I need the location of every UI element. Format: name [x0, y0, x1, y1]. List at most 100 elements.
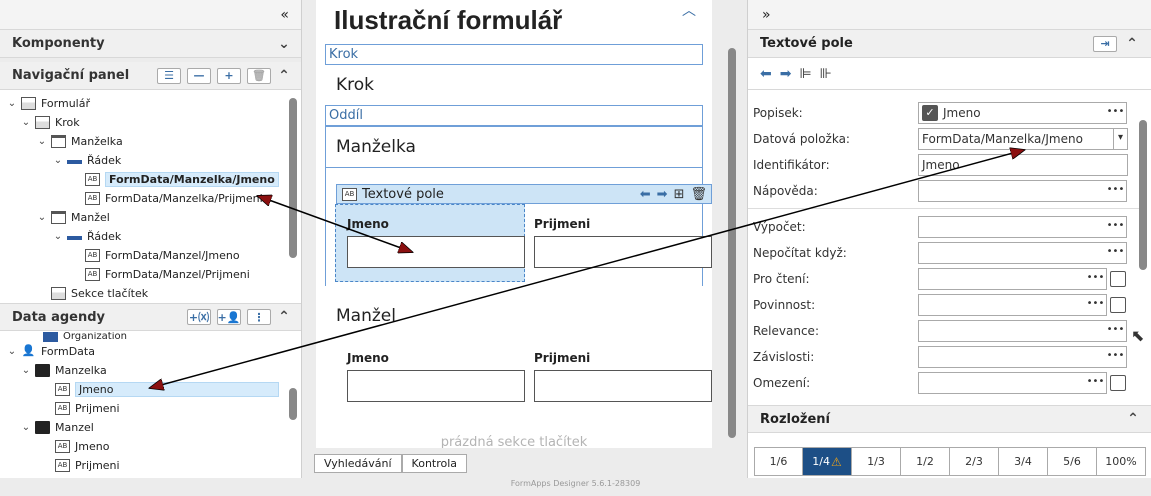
layout-option[interactable]: 100%: [1097, 447, 1146, 476]
tree-node[interactable]: ⌄ Manzelka: [6, 361, 301, 380]
tree-node[interactable]: ⌄ Řádek: [6, 227, 301, 246]
trash-icon[interactable]: 🗑: [247, 67, 271, 84]
tab-search[interactable]: Vyhledávání: [314, 454, 402, 473]
datova-select[interactable]: FormData/Manzelka/Jmeno: [918, 128, 1114, 150]
tree-node[interactable]: ⌄ Manželka: [6, 132, 301, 151]
arrow-left-icon[interactable]: ⬅: [640, 187, 651, 202]
more-icon[interactable]: •••: [1105, 216, 1127, 238]
tree-node-selected[interactable]: AB Jmeno: [6, 380, 301, 399]
tree-node-selected[interactable]: AB FormData/Manzelka/Jmeno: [6, 170, 301, 189]
field-input[interactable]: [534, 370, 712, 402]
checkbox-checked[interactable]: ✓: [922, 105, 938, 121]
prop-relevance: Relevance: •••: [753, 320, 1127, 342]
tree-node[interactable]: Sekce tlačítek: [6, 284, 301, 300]
expand-icon[interactable]: ⊞: [674, 187, 685, 202]
layout-option[interactable]: 1/2: [901, 447, 950, 476]
checkbox[interactable]: [1110, 297, 1126, 313]
tab-check[interactable]: Kontrola: [401, 454, 468, 473]
tree-node[interactable]: AB FormData/Manzel/Jmeno: [6, 246, 301, 265]
relevance-input[interactable]: [918, 320, 1106, 342]
nepocitat-input[interactable]: [918, 242, 1106, 264]
more-icon[interactable]: •••: [1085, 268, 1107, 290]
tree-node[interactable]: ⌄ Krok: [6, 113, 301, 132]
form-icon: [21, 97, 36, 110]
more-icon[interactable]: •••: [1105, 242, 1127, 264]
chevron-up-icon[interactable]: ⌃: [277, 309, 291, 325]
prop-popisek: Popisek: Jmeno ✓ •••: [753, 102, 1127, 124]
chevron-up-icon[interactable]: ⌃: [1126, 411, 1140, 427]
field-label: Prijmeni: [534, 217, 591, 231]
procteni-input[interactable]: [918, 268, 1086, 290]
layout-option[interactable]: 3/4: [999, 447, 1048, 476]
tree-node[interactable]: ⌄ Manžel: [6, 208, 301, 227]
minus-icon[interactable]: —: [187, 67, 211, 84]
add-user-icon[interactable]: +👤: [217, 309, 241, 325]
layout-option[interactable]: 5/6: [1048, 447, 1097, 476]
more-icon[interactable]: •••: [1105, 320, 1127, 342]
more-icon[interactable]: ⋮: [247, 309, 271, 325]
prop-vypocet: Výpočet: •••: [753, 216, 1127, 238]
tree-node[interactable]: AB FormData/Manzelka/Prijmeni: [6, 189, 301, 208]
popisek-input[interactable]: Jmeno: [918, 102, 1106, 124]
add-icon[interactable]: +: [217, 67, 241, 84]
arrow-right-icon[interactable]: ➡: [657, 187, 668, 202]
tree-node[interactable]: AB Prijmeni: [6, 456, 301, 475]
double-chevron-right-icon[interactable]: »: [762, 7, 771, 23]
more-icon[interactable]: •••: [1105, 346, 1127, 368]
more-icon[interactable]: •••: [1085, 372, 1107, 394]
more-icon[interactable]: •••: [1105, 102, 1127, 124]
align-left-icon[interactable]: ⊫: [799, 66, 811, 82]
nav-scrollbar[interactable]: [289, 98, 297, 258]
caret-down-icon[interactable]: ▾: [1114, 128, 1128, 150]
components-header[interactable]: Komponenty ⌄: [0, 30, 301, 58]
agenda-tree: Organization ⌄ 👤 FormData ⌄ Manzelka AB Jmen…: [0, 332, 301, 478]
tree-node[interactable]: ⌄ Řádek: [6, 151, 301, 170]
arrow-right-icon[interactable]: ➡: [780, 66, 792, 82]
dock-icon[interactable]: ⇥: [1093, 35, 1117, 52]
field-input[interactable]: [347, 370, 525, 402]
nav-tree: ⌄ Formulář ⌄ Krok ⌄ Manželka ⌄ Řádek AB FormD…: [0, 90, 301, 300]
trash-icon[interactable]: 🗑: [690, 187, 707, 202]
more-icon[interactable]: •••: [1085, 294, 1107, 316]
step-box[interactable]: Krok: [325, 44, 703, 65]
agenda-scrollbar[interactable]: [289, 388, 297, 420]
layout-option[interactable]: 2/3: [950, 447, 999, 476]
chevron-up-icon[interactable]: ︿: [682, 0, 696, 20]
ident-input[interactable]: Jmeno: [918, 154, 1128, 176]
properties-scrollbar[interactable]: [1139, 120, 1147, 270]
collapse-all-icon[interactable]: ☰: [157, 67, 181, 84]
chevron-up-icon[interactable]: ⌃: [1125, 36, 1139, 52]
double-chevron-left-icon[interactable]: «: [280, 7, 289, 23]
tree-node[interactable]: ⌄ 👤 FormData: [6, 342, 301, 361]
chevron-up-icon[interactable]: ⌃: [277, 68, 291, 84]
povinnost-input[interactable]: [918, 294, 1086, 316]
tree-node[interactable]: ⌄ Manzel: [6, 418, 301, 437]
layout-option[interactable]: 1/3: [852, 447, 901, 476]
align-bottom-icon[interactable]: ⊪: [820, 66, 832, 82]
vypocet-input[interactable]: [918, 216, 1106, 238]
add-variable-icon[interactable]: +⒳: [187, 309, 211, 325]
bottom-tabs: Vyhledávání Kontrola: [314, 454, 468, 473]
tree-node[interactable]: AB Prijmeni: [6, 399, 301, 418]
zavislosti-input[interactable]: [918, 346, 1106, 368]
layout-option-active[interactable]: 1/4 ⚠: [803, 447, 852, 476]
layout-option[interactable]: 1/6: [754, 447, 803, 476]
omezeni-input[interactable]: [918, 372, 1086, 394]
tree-node[interactable]: AB Jmeno: [6, 437, 301, 456]
checkbox[interactable]: [1110, 375, 1126, 391]
selected-field-bar[interactable]: AB Textové pole ⬅ ➡ ⊞ 🗑: [336, 184, 712, 204]
more-icon[interactable]: •••: [1105, 180, 1127, 202]
prop-zavislosti: Závislosti: •••: [753, 346, 1127, 368]
napoveda-input[interactable]: [918, 180, 1106, 202]
properties-panel: » Textové pole ⇥ ⌃ ⬅ ➡ ⊫ ⊪ Popisek: Jmen…: [747, 0, 1151, 478]
field-input[interactable]: [534, 236, 712, 268]
checkbox[interactable]: [1110, 271, 1126, 287]
tree-node[interactable]: Organization: [6, 332, 301, 342]
tree-node[interactable]: AB FormData/Manzel/Prijmeni: [6, 265, 301, 284]
tree-node[interactable]: ⌄ Formulář: [6, 94, 301, 113]
section-box[interactable]: Oddíl: [325, 105, 703, 126]
field-input[interactable]: [347, 236, 525, 268]
arrow-left-icon[interactable]: ⬅: [760, 66, 772, 82]
chevron-down-icon[interactable]: ⌄: [277, 36, 291, 52]
canvas-scrollbar[interactable]: [728, 48, 736, 438]
